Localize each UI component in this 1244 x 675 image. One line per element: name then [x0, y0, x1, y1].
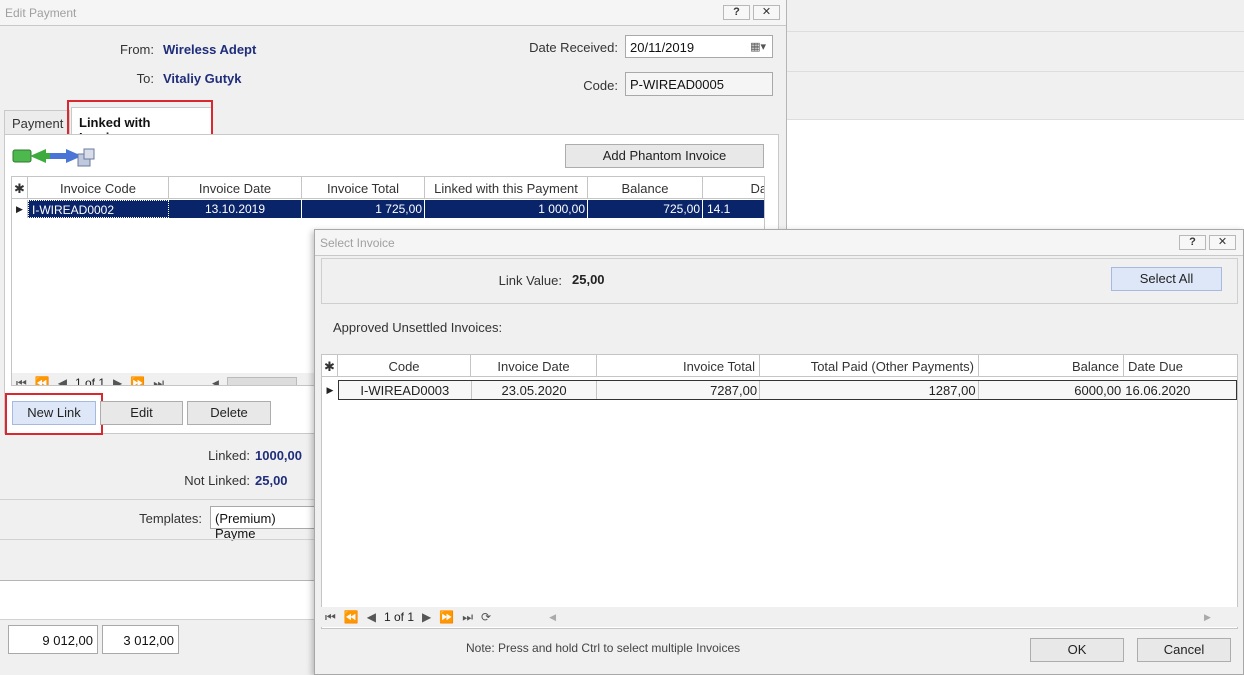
- cell-invoice-code: I-WIREAD0002: [28, 200, 169, 218]
- select-all-button[interactable]: Select All: [1111, 267, 1222, 291]
- date-received-label: Date Received:: [529, 40, 618, 55]
- edit-button[interactable]: Edit: [100, 401, 183, 425]
- next-page-icon[interactable]: ▶: [422, 610, 431, 624]
- header-indicator: ✱: [12, 177, 28, 198]
- col-balance[interactable]: Balance: [979, 355, 1124, 376]
- next-page-group-icon[interactable]: ⏩: [130, 376, 145, 385]
- col-invoice-date[interactable]: Invoice Date: [471, 355, 597, 376]
- cell-date-due: 16.06.2020: [1125, 383, 1191, 398]
- cell-invoice-date: 23.05.2020: [472, 381, 598, 399]
- delete-button[interactable]: Delete: [187, 401, 271, 425]
- lower-panel: [0, 580, 320, 620]
- cell-invoice-total: 7287,00: [597, 381, 761, 399]
- col-balance[interactable]: Balance: [588, 177, 703, 198]
- cell-code: I-WIREAD0003: [339, 381, 472, 399]
- dialog-title: Select Invoice: [320, 236, 395, 250]
- col-code[interactable]: Code: [338, 355, 471, 376]
- cell-balance: 725,00: [588, 200, 703, 218]
- pager-text: 1 of 1: [75, 376, 106, 386]
- tab-payment[interactable]: Payment: [4, 110, 70, 134]
- code-label: Code:: [583, 78, 618, 93]
- ok-button[interactable]: OK: [1030, 638, 1124, 662]
- cell-linked: 1 000,00: [425, 200, 588, 218]
- section-label: Approved Unsettled Invoices:: [333, 320, 503, 335]
- select-invoice-dialog: Select Invoice ? ✕ Link Value: 25,00 Sel…: [314, 229, 1244, 675]
- prev-page-icon[interactable]: ◀: [58, 376, 67, 385]
- col-invoice-date[interactable]: Invoice Date: [169, 177, 302, 198]
- cell-balance: 6000,00: [1074, 383, 1122, 398]
- code-field[interactable]: P-WIREAD0005: [625, 72, 773, 96]
- date-value: 20/11/2019: [630, 40, 695, 55]
- refresh-icon[interactable]: ⟳: [481, 610, 491, 624]
- prev-page-group-icon[interactable]: ⏪: [35, 376, 50, 385]
- linked-value: 1000,00: [255, 448, 302, 463]
- scroll-right-icon[interactable]: ▶: [1204, 612, 1211, 623]
- templates-label: Templates:: [139, 511, 202, 526]
- last-page-icon[interactable]: ⏭: [153, 376, 164, 386]
- approved-invoices-grid: ✱ Code Invoice Date Invoice Total Total …: [321, 354, 1238, 629]
- row-indicator-icon: ▶: [12, 200, 28, 218]
- last-page-icon[interactable]: ⏭: [462, 610, 473, 625]
- not-linked-value: 25,00: [255, 473, 288, 488]
- note-text: Note: Press and hold Ctrl to select mult…: [466, 641, 741, 655]
- table-row[interactable]: ▶ I-WIREAD0002 13.10.2019 1 725,00 1 000…: [12, 200, 764, 218]
- close-button[interactable]: ✕: [753, 5, 780, 20]
- col-invoice-total[interactable]: Invoice Total: [597, 355, 760, 376]
- col-linked-with-payment[interactable]: Linked with this Payment: [425, 177, 588, 198]
- dialog-grid-navigator: ⏮ ⏪ ◀ 1 of 1 ▶ ⏩ ⏭ ⟳ ◀ ▶: [321, 607, 1238, 627]
- table-row[interactable]: ▶ I-WIREAD0003 23.05.2020 7287,00 1287,0…: [322, 380, 1237, 400]
- date-received-field[interactable]: 20/11/2019 ▦▾: [625, 35, 773, 58]
- link-value-label: Link Value:: [498, 273, 562, 288]
- not-linked-label: Not Linked:: [184, 473, 250, 488]
- help-button[interactable]: ?: [723, 5, 750, 20]
- link-value: 25,00: [572, 272, 605, 287]
- horizontal-scrollbar[interactable]: [226, 377, 297, 385]
- prev-page-icon[interactable]: ◀: [367, 610, 376, 624]
- cancel-button[interactable]: Cancel: [1137, 638, 1231, 662]
- col-invoice-total[interactable]: Invoice Total: [302, 177, 425, 198]
- col-invoice-code[interactable]: Invoice Code: [28, 177, 169, 198]
- col-date-due[interactable]: Date Due: [1124, 355, 1237, 376]
- pager-text: 1 of 1: [384, 610, 415, 624]
- linked-label: Linked:: [208, 448, 250, 463]
- edit-payment-titlebar: Edit Payment ? ✕: [0, 0, 786, 26]
- select-invoice-titlebar: Select Invoice ? ✕: [315, 230, 1243, 256]
- first-page-icon[interactable]: ⏮: [16, 376, 27, 386]
- scroll-left-icon[interactable]: ◀: [212, 378, 219, 386]
- from-value: Wireless Adept: [163, 42, 257, 57]
- total-field-1[interactable]: 9 012,00: [8, 625, 98, 654]
- help-button[interactable]: ?: [1179, 235, 1206, 250]
- row-indicator-icon: ▶: [326, 385, 334, 395]
- prev-page-group-icon[interactable]: ⏪: [344, 610, 359, 624]
- to-value: Vitaliy Gutyk: [163, 71, 242, 86]
- header-indicator: ✱: [322, 355, 338, 376]
- calendar-icon[interactable]: ▦▾: [750, 40, 766, 53]
- next-page-icon[interactable]: ▶: [113, 376, 122, 385]
- link-arrows-icon: [12, 146, 98, 171]
- add-phantom-invoice-button[interactable]: Add Phantom Invoice: [565, 144, 764, 168]
- col-total-paid[interactable]: Total Paid (Other Payments): [760, 355, 979, 376]
- total-field-2[interactable]: 3 012,00: [102, 625, 179, 654]
- link-value-panel: [321, 258, 1238, 304]
- templates-select[interactable]: (Premium) Payme: [210, 506, 320, 541]
- first-page-icon[interactable]: ⏮: [325, 610, 336, 625]
- next-page-group-icon[interactable]: ⏩: [439, 610, 454, 624]
- close-button[interactable]: ✕: [1209, 235, 1236, 250]
- to-label: To:: [136, 71, 154, 86]
- cell-invoice-date: 13.10.2019: [169, 200, 302, 218]
- highlight-box: [5, 393, 103, 435]
- from-label: From:: [120, 42, 154, 57]
- col-date[interactable]: Date: [703, 177, 764, 198]
- window-title: Edit Payment: [5, 6, 77, 20]
- cell-total-paid: 1287,00: [760, 381, 979, 399]
- cell-date: 14.1: [703, 200, 764, 218]
- cell-invoice-total: 1 725,00: [302, 200, 425, 218]
- scroll-left-icon[interactable]: ◀: [549, 612, 556, 623]
